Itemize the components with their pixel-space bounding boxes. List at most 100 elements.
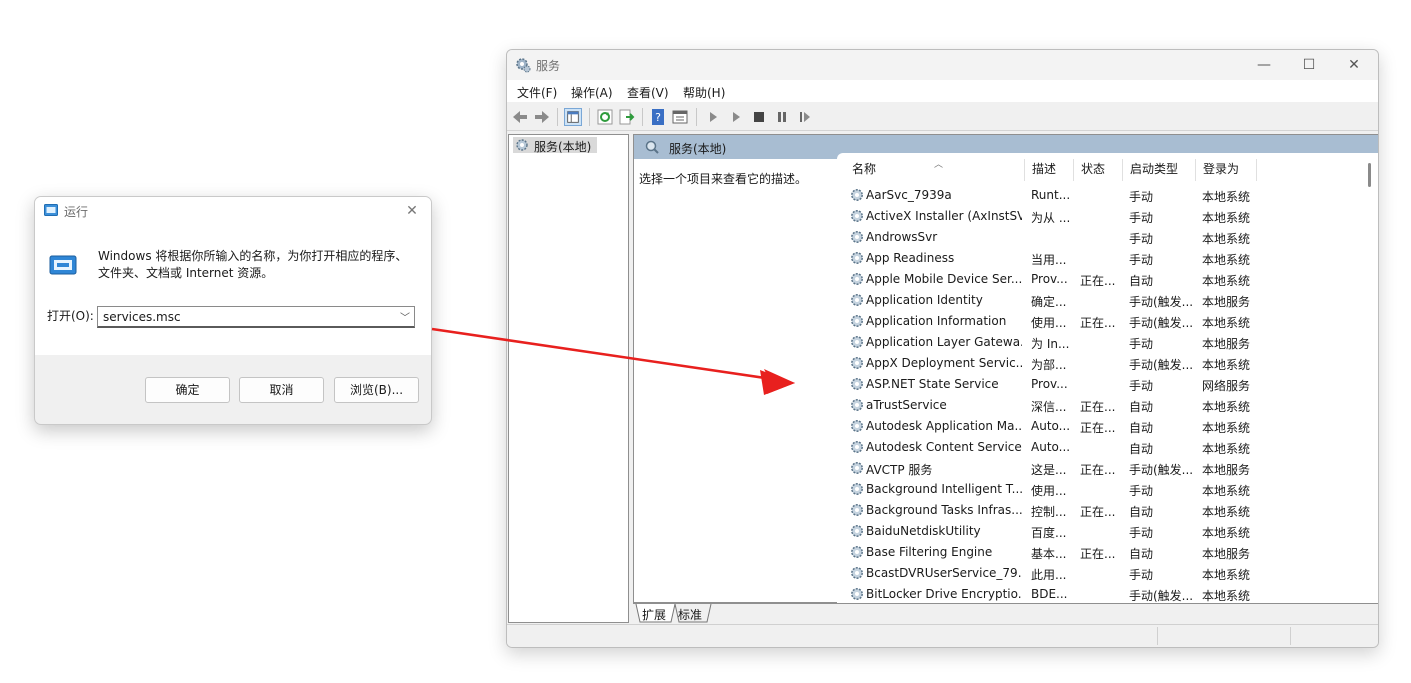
maximize-icon[interactable]: ☐: [1295, 55, 1323, 75]
scrollbar-thumb[interactable]: [1368, 163, 1371, 187]
refresh-icon[interactable]: [596, 108, 614, 126]
minimize-icon[interactable]: —: [1250, 55, 1278, 75]
start-service-alt-icon[interactable]: [727, 108, 745, 126]
column-separator[interactable]: [1073, 159, 1074, 181]
cell-name: AarSvc_7939a: [866, 188, 952, 202]
menu-file[interactable]: 文件(F): [517, 84, 557, 101]
menu-view[interactable]: 查看(V): [627, 84, 669, 101]
cell-description: Auto...: [1031, 440, 1071, 454]
tab-extended[interactable]: 扩展: [642, 606, 666, 623]
cell-description: 这是...: [1031, 463, 1067, 477]
cell-log-on-as: 本地系统: [1202, 232, 1251, 246]
vertical-scrollbar[interactable]: [1361, 153, 1378, 604]
pause-service-icon[interactable]: [773, 108, 791, 126]
table-row[interactable]: Application Information 使用... 正在... 手动(触发..…: [837, 311, 1361, 332]
cell-name: Base Filtering Engine: [866, 545, 993, 559]
table-row[interactable]: Autodesk Application Ma... Auto... 正在... 自动…: [837, 416, 1361, 437]
table-row[interactable]: App Readiness 当用... 手动 本地系统: [837, 248, 1361, 269]
table-row[interactable]: AppX Deployment Servic... 为部... 手动(触发... 本地…: [837, 353, 1361, 374]
cell-name: BaiduNetdiskUtility: [866, 524, 981, 538]
table-row[interactable]: AVCTP 服务 这是... 正在... 手动(触发... 本地服务: [837, 458, 1361, 479]
open-label: 打开(O):: [47, 309, 94, 323]
cell-status: 正在...: [1080, 547, 1116, 561]
table-row[interactable]: BcastDVRUserService_79... 此用... 手动 本地系统: [837, 563, 1361, 584]
cell-name: BitLocker Drive Encryptio...: [866, 587, 1022, 601]
ok-button[interactable]: 确定: [145, 377, 230, 403]
table-row[interactable]: Background Intelligent T... 使用... 手动 本地系统: [837, 479, 1361, 500]
table-row[interactable]: Autodesk Content Service Auto... 自动 本地系统: [837, 437, 1361, 458]
column-header-startup-type[interactable]: 启动类型: [1130, 160, 1178, 180]
export-list-icon[interactable]: [618, 108, 636, 126]
service-gear-icon: [851, 273, 863, 285]
service-gear-icon: [851, 357, 863, 369]
table-row[interactable]: BaiduNetdiskUtility 百度... 手动 本地系统: [837, 521, 1361, 542]
table-row[interactable]: Application Identity 确定... 手动(触发... 本地服务: [837, 290, 1361, 311]
column-header-status[interactable]: 状态: [1081, 160, 1105, 180]
show-hide-console-tree-icon[interactable]: [564, 108, 582, 126]
cell-startup-type: 手动: [1129, 484, 1154, 498]
forward-icon[interactable]: [533, 108, 551, 126]
run-app-icon: [44, 204, 58, 216]
cell-startup-type: 手动: [1129, 568, 1154, 582]
toolbar-separator: [589, 108, 590, 126]
services-panel: 服务(本地) 选择一个项目来查看它的描述。 ︿ 名称 描述 状态 启动类型 登录…: [633, 134, 1378, 604]
cancel-button[interactable]: 取消: [239, 377, 324, 403]
service-gear-icon: [851, 315, 863, 327]
table-row[interactable]: ActiveX Installer (AxInstSV) 为从 ... 手动 本地系统: [837, 206, 1361, 227]
chevron-down-icon[interactable]: ﹀: [400, 309, 410, 324]
table-row[interactable]: BitLocker Drive Encryptio... BDE... 手动(触发.…: [837, 584, 1361, 604]
close-icon[interactable]: ✕: [1340, 55, 1368, 75]
cell-startup-type: 手动(触发...: [1129, 295, 1193, 309]
back-icon[interactable]: [511, 108, 529, 126]
open-combobox[interactable]: services.msc ﹀: [97, 306, 415, 328]
menu-help[interactable]: 帮助(H): [683, 84, 725, 101]
cell-startup-type: 手动: [1129, 232, 1154, 246]
table-row[interactable]: Application Layer Gatewa... 为 In... 手动 本地服务: [837, 332, 1361, 353]
menu-action[interactable]: 操作(A): [571, 84, 613, 101]
service-gear-icon: [851, 525, 863, 537]
cell-status: 正在...: [1080, 505, 1116, 519]
properties-icon[interactable]: [671, 108, 689, 126]
tree-item-services-local[interactable]: 服务(本地): [513, 137, 597, 154]
service-gear-icon: [851, 462, 863, 474]
close-icon[interactable]: ✕: [401, 200, 423, 222]
column-header-description[interactable]: 描述: [1032, 160, 1056, 180]
service-gear-icon: [851, 546, 863, 558]
service-gear-icon: [851, 567, 863, 579]
table-row[interactable]: AndrowsSvr 手动 本地系统: [837, 227, 1361, 248]
table-row[interactable]: Base Filtering Engine 基本... 正在... 自动 本地服务: [837, 542, 1361, 563]
service-gear-icon: [851, 210, 863, 222]
restart-service-icon[interactable]: [796, 108, 814, 126]
cell-description: 为部...: [1031, 358, 1067, 372]
column-separator[interactable]: [1195, 159, 1196, 181]
column-header-log-on-as[interactable]: 登录为: [1203, 160, 1239, 180]
browse-button[interactable]: 浏览(B)...: [334, 377, 419, 403]
table-row[interactable]: ASP.NET State Service Prov... 手动 网络服务: [837, 374, 1361, 395]
table-row[interactable]: Apple Mobile Device Ser... Prov... 正在... 自动…: [837, 269, 1361, 290]
cell-log-on-as: 本地系统: [1202, 274, 1251, 288]
cell-log-on-as: 本地系统: [1202, 505, 1251, 519]
cell-name: ASP.NET State Service: [866, 377, 999, 391]
column-separator[interactable]: [1024, 159, 1025, 181]
start-service-icon[interactable]: [704, 108, 722, 126]
toolbar-separator: [696, 108, 697, 126]
run-body: Windows 将根据你所输入的名称，为你打开相应的程序、文件夹、文档或 Int…: [35, 225, 431, 355]
cell-log-on-as: 本地系统: [1202, 253, 1251, 267]
cell-description: 百度...: [1031, 526, 1067, 540]
cell-description: 基本...: [1031, 547, 1067, 561]
cell-log-on-as: 本地系统: [1202, 484, 1251, 498]
table-row[interactable]: AarSvc_7939a Runt... 手动 本地系统: [837, 185, 1361, 206]
cell-name: Apple Mobile Device Ser...: [866, 272, 1022, 286]
toolbar: ?: [507, 104, 1378, 131]
column-separator[interactable]: [1256, 159, 1257, 181]
column-separator[interactable]: [1122, 159, 1123, 181]
cell-name: aTrustService: [866, 398, 947, 412]
column-header-name[interactable]: 名称: [852, 160, 876, 180]
help-icon[interactable]: ?: [649, 108, 667, 126]
tab-standard[interactable]: 标准: [678, 606, 702, 623]
stop-service-icon[interactable]: [750, 108, 768, 126]
table-row[interactable]: Background Tasks Infras... 控制... 正在... 自动 本地…: [837, 500, 1361, 521]
table-row[interactable]: aTrustService 深信... 正在... 自动 本地系统: [837, 395, 1361, 416]
service-gear-icon: [851, 441, 863, 453]
open-input-value[interactable]: services.msc: [103, 310, 181, 324]
